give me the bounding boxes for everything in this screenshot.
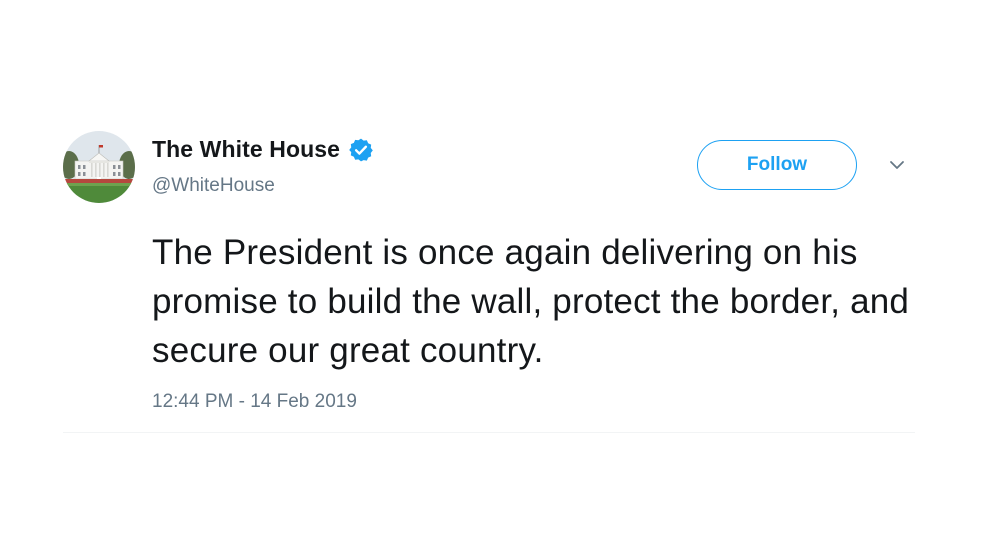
display-name[interactable]: The White House	[152, 136, 340, 163]
follow-button[interactable]: Follow	[697, 140, 857, 190]
name-row: The White House	[152, 136, 374, 163]
tweet-card: The White House @WhiteHouse Follow The P…	[0, 0, 992, 558]
verified-badge-icon	[349, 138, 373, 161]
tweet-timestamp[interactable]: 12:44 PM - 14 Feb 2019	[152, 391, 357, 413]
white-house-avatar-icon	[63, 131, 135, 203]
chevron-down-icon	[890, 161, 904, 169]
divider	[63, 432, 915, 433]
account-handle[interactable]: @WhiteHouse	[152, 175, 275, 197]
tweet-text: The President is once again delivering o…	[152, 233, 910, 370]
more-options-button[interactable]	[883, 154, 911, 176]
avatar[interactable]	[63, 131, 135, 203]
